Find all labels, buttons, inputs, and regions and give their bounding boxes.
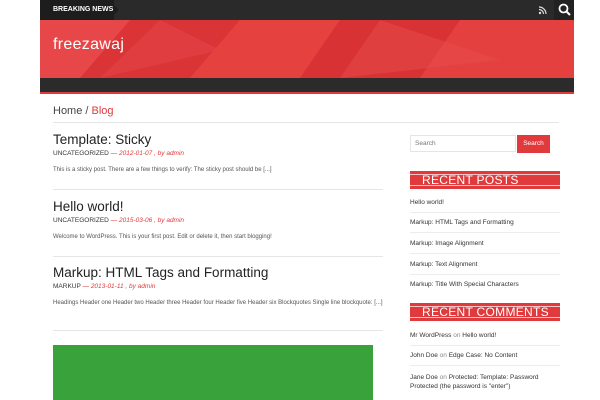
top-bar: BREAKING NEWS [40,0,574,20]
site-container: BREAKING NEWS freezawaj Home / Blog Temp… [40,0,574,400]
post-meta: UNCATEGORIZED — 2015-03-06 , by admin [53,217,383,224]
breaking-news-label: BREAKING NEWS [40,0,119,20]
list-divider [410,345,560,346]
recent-comment: Jane Doe on Protected: Template: Passwor… [410,373,560,391]
comment-on: on [439,374,447,381]
search-input[interactable] [410,135,516,152]
comment-author[interactable]: Mr WordPress [410,332,451,339]
post-item: Markup: HTML Tags and Formatting MARKUP … [53,265,383,308]
recent-post-link[interactable]: Hello world! [410,199,560,206]
breadcrumb-current: Blog [91,105,114,117]
search-icon [558,3,571,16]
recent-comment: Mr WordPress on Hello world! [410,332,560,339]
post-title[interactable]: Markup: HTML Tags and Formatting [53,265,383,280]
list-divider [410,212,560,213]
header-banner: freezawaj [40,20,574,78]
nav-bar [40,78,574,92]
recent-post-link[interactable]: Markup: Text Alignment [410,261,560,268]
recent-post-link[interactable]: Markup: Image Alignment [410,240,560,247]
list-divider [410,232,560,233]
comment-author[interactable]: John Doe [410,352,438,359]
breadcrumb-home[interactable]: Home [53,105,82,117]
post-divider [53,189,383,190]
recent-post-link[interactable]: Markup: HTML Tags and Formatting [410,219,560,226]
post-title[interactable]: Template: Sticky [53,132,383,147]
recent-posts-heading: RECENT POSTS [410,171,560,189]
post-title[interactable]: Hello world! [53,199,383,214]
post-date: — 2013-01-11 , [82,283,128,290]
post-item: Hello world! UNCATEGORIZED — 2015-03-06 … [53,199,383,242]
post-divider [53,256,383,257]
post-category[interactable]: MARKUP [53,283,81,290]
comment-post-link[interactable]: Edge Case: No Content [449,352,518,359]
recent-post-link[interactable]: Markup: Title With Special Characters [410,281,560,288]
comment-author[interactable]: Jane Doe [410,374,438,381]
recent-comment: John Doe on Edge Case: No Content [410,352,560,359]
post-meta: UNCATEGORIZED — 2012-01-07 , by admin [53,150,383,157]
comment-post-link[interactable]: Hello world! [462,332,496,339]
breadcrumb-separator: / [85,105,89,117]
post-excerpt: Welcome to WordPress. This is your first… [53,234,272,240]
post-author[interactable]: by admin [158,217,184,224]
breadcrumb: Home / Blog [53,105,114,117]
post-excerpt: Headings Header one Header two Header th… [53,300,383,306]
top-search-button[interactable] [554,0,574,20]
post-item: Template: Sticky UNCATEGORIZED — 2012-01… [53,132,383,175]
list-divider [410,274,560,275]
post-category[interactable]: UNCATEGORIZED [53,150,109,157]
post-date: — 2012-01-07 , [110,150,156,157]
list-divider [410,365,560,366]
search-button[interactable]: Search [517,135,550,153]
post-author[interactable]: by admin [129,283,155,290]
post-meta: MARKUP — 2013-01-11 , by admin [53,283,383,290]
post-category[interactable]: UNCATEGORIZED [53,217,109,224]
comment-on: on [453,332,461,339]
recent-comments-heading: RECENT COMMENTS [410,303,560,321]
nav-underline [40,92,574,94]
divider [53,122,559,123]
site-title[interactable]: freezawaj [53,36,124,54]
rss-icon[interactable] [537,4,549,16]
post-divider [53,330,383,331]
post-excerpt: This is a sticky post. There are a few t… [53,167,272,173]
list-divider [410,253,560,254]
featured-image[interactable] [53,345,373,400]
comment-on: on [439,352,447,359]
post-date: — 2015-03-06 , [110,217,156,224]
post-author[interactable]: by admin [158,150,184,157]
